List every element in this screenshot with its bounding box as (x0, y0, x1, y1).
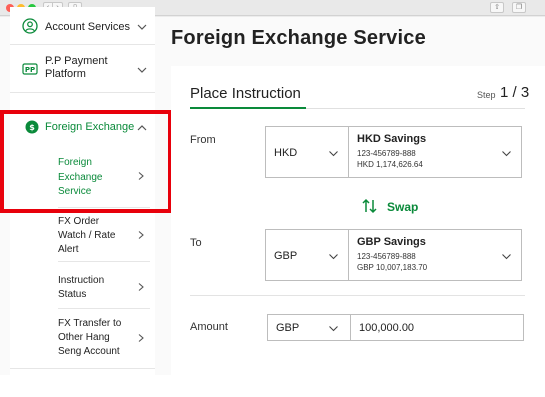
chevron-right-icon (138, 283, 144, 291)
chevron-down-icon (502, 254, 511, 260)
sidebar-item-account-services[interactable]: Account Services (10, 7, 155, 45)
instruction-card: Place Instruction Step 1 / 3 From HKD HK… (171, 66, 545, 375)
amount-currency-value: GBP (276, 322, 300, 334)
to-currency-value: GBP (274, 250, 298, 262)
submenu-label-line3: Alert (58, 244, 79, 255)
amount-label: Amount (190, 321, 228, 333)
page-title: Foreign Exchange Service (171, 27, 426, 49)
payment-icon: PP (22, 63, 38, 75)
from-currency-value: HKD (274, 147, 298, 159)
chevron-right-icon (138, 231, 144, 239)
from-account-select[interactable]: HKD Savings 123-456789-888 HKD 1,174,626… (348, 126, 522, 178)
from-currency-select[interactable]: HKD (265, 126, 349, 178)
sidebar-item-label: Account Services (45, 21, 130, 33)
card-title: Place Instruction (190, 85, 301, 102)
chevron-down-icon (329, 151, 338, 157)
highlight-frame (0, 110, 172, 213)
amount-currency-select[interactable]: GBP (267, 314, 351, 341)
from-label: From (190, 134, 216, 146)
chevron-right-icon (138, 334, 144, 342)
submenu-label-line2: Other Hang (58, 332, 110, 343)
step-indicator: 1 / 3 (500, 84, 530, 101)
to-account-balance: GBP 10,007,183.70 (357, 263, 428, 272)
user-circle-icon (22, 18, 38, 34)
section-divider (190, 295, 525, 296)
chevron-down-icon (137, 67, 147, 73)
sidebar-item-pp-payment-platform[interactable]: PP P.P Payment Platform (10, 45, 155, 93)
page-footer-area (0, 375, 545, 397)
swap-arrows-icon (362, 198, 377, 214)
sidebar-divider (10, 368, 155, 369)
svg-text:PP: PP (25, 66, 35, 74)
amount-input[interactable]: 100,000.00 (350, 314, 524, 341)
chevron-down-icon (329, 326, 338, 332)
submenu-instruction-status[interactable]: Instruction Status (10, 262, 155, 308)
to-account-name: GBP Savings (357, 236, 426, 248)
submenu-label-line1: FX Order (58, 216, 100, 227)
to-label: To (190, 237, 202, 249)
chevron-down-icon (329, 254, 338, 260)
submenu-label-line2: Status (58, 289, 87, 300)
amount-value: 100,000.00 (359, 322, 415, 334)
sidebar-item-label-line2: Platform (45, 68, 86, 80)
submenu-label-line1: Instruction (58, 275, 105, 286)
share-button[interactable]: ⇧ (490, 2, 504, 13)
chevron-down-icon (137, 24, 147, 30)
step-label: Step (477, 90, 496, 100)
chevron-down-icon (502, 151, 511, 157)
card-title-accent (190, 107, 306, 109)
submenu-label-line3: Seng Account (58, 346, 120, 357)
submenu-fx-transfer-other-account[interactable]: FX Transfer to Other Hang Seng Account (10, 309, 155, 367)
to-account-number: 123-456789-888 (357, 252, 416, 261)
submenu-fx-order-watch[interactable]: FX Order Watch / Rate Alert (10, 208, 155, 268)
submenu-label-line1: FX Transfer to (58, 318, 122, 329)
tabs-overview-button[interactable]: ❐ (512, 2, 526, 13)
from-account-balance: HKD 1,174,626.64 (357, 160, 423, 169)
submenu-label-line2: Watch / Rate (58, 230, 116, 241)
to-currency-select[interactable]: GBP (265, 229, 349, 281)
from-account-name: HKD Savings (357, 133, 427, 145)
sidebar-item-label-line1: P.P Payment (45, 55, 108, 67)
swap-label: Swap (387, 200, 419, 214)
from-account-number: 123-456789-888 (357, 149, 416, 158)
to-account-select[interactable]: GBP Savings 123-456789-888 GBP 10,007,18… (348, 229, 522, 281)
